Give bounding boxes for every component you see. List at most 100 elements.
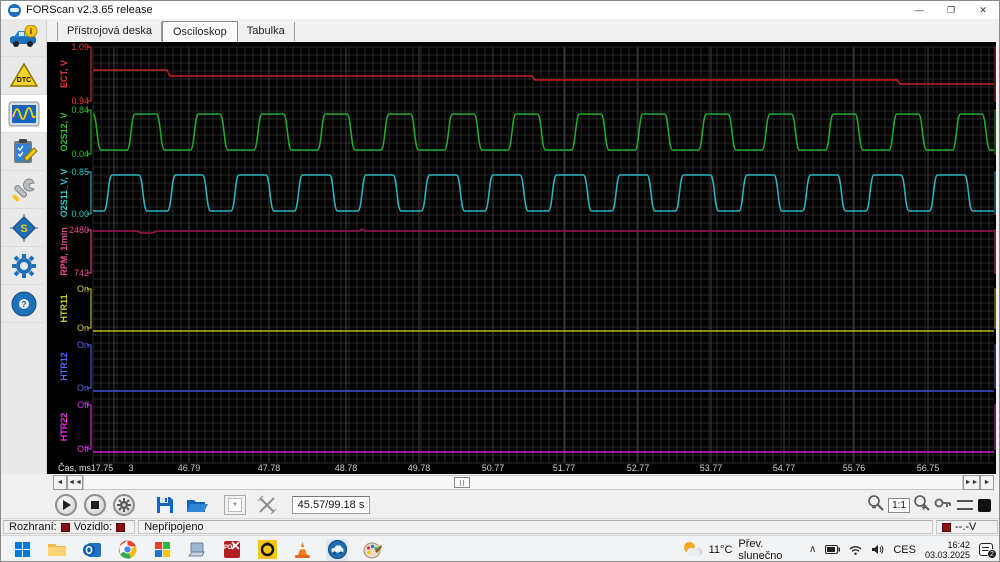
tab-table[interactable]: Tabulka [238,22,295,41]
start-button[interactable] [11,539,33,561]
scrollbar-track[interactable] [83,475,963,490]
x-tick-label: 48.78 [335,463,358,473]
axis-bracket-left-htr22 [87,404,92,450]
zoom-out-button[interactable] [867,494,885,517]
play-icon [63,500,71,510]
maximize-button[interactable]: ❐ [935,1,967,19]
taskbar-loop[interactable] [256,539,278,561]
taskbar-clock[interactable]: 16:42 03.03.2025 [925,540,970,560]
zoom-in-button[interactable] [913,494,931,517]
clear-markers-button[interactable] [254,493,280,517]
chip-icon: S [10,213,38,242]
axis-bracket-right-htr12 [994,344,996,389]
x-tick-label: 52.77 [627,463,650,473]
background-color-button[interactable] [978,498,991,512]
x-tick-label: 49.78 [408,463,431,473]
connection-panel: Rozhraní: Vozidlo: [3,520,136,534]
channel-max-o2s11: 0.85 [71,167,89,177]
help-icon: ? [11,291,37,316]
channel-max-htr12: On [77,340,89,350]
taskbar-vlc[interactable] [291,539,313,561]
system-tray: ∧ CES 16:42 03.03.2025 2 [809,540,997,560]
scroll-left-fast-icon[interactable]: ◄◄ [67,475,83,490]
taskbar-paint[interactable] [361,539,383,561]
axis-bracket-left-htr12 [87,344,92,389]
sidebar-item-settings[interactable] [1,247,47,285]
save-button[interactable] [152,493,178,517]
trace-rpm [93,228,994,234]
minimize-button[interactable]: — [903,1,935,19]
close-button[interactable]: ✕ [967,1,999,19]
battery-icon[interactable] [825,545,841,554]
axis-bracket-right-o2s11 [994,171,996,215]
weather-desc: Přev. slunečno [738,537,783,562]
scroll-right-icon[interactable]: ► [980,475,994,490]
channel-label-ect: ECT, V [59,60,69,88]
channel-label-o2s12: O2S12, V [59,112,69,151]
battery-status-led [942,522,951,532]
axis-bracket-left-rpm [87,229,92,274]
chrome-icon [118,540,136,559]
wifi-icon[interactable] [849,545,862,555]
taskbar-msn[interactable] [151,539,173,561]
taskbar-forscan[interactable] [326,538,348,561]
sidebar-item-dtc[interactable]: DTC [1,57,47,95]
notification-center-icon[interactable]: 2 [979,543,997,559]
sidebar-item-service[interactable] [1,171,47,209]
title-bar: FORScan v2.3.65 release — ❐ ✕ [1,1,999,19]
x-tick-label: 54.77 [773,463,796,473]
tray-chevron-icon[interactable]: ∧ [809,544,816,555]
dtc-icon: DTC [9,62,39,87]
clock-date: 03.03.2025 [924,549,970,560]
svg-text:i: i [30,27,32,36]
loop-icon [257,540,277,559]
taskbar-outlook[interactable] [81,539,103,561]
channel-label-o2s11: O2S11_V, V [59,169,69,218]
x-tick-label: 3 [128,463,133,473]
keyboard-language[interactable]: CES [893,544,916,556]
svg-text:?: ? [22,300,27,309]
tab-oscilloscope[interactable]: Osciloskop [161,21,238,43]
channel-max-o2s12: 0.84 [71,105,89,115]
speaker-icon[interactable] [871,544,884,555]
scroll-left-icon[interactable]: ◄ [53,475,67,490]
grid-lines-button[interactable] [957,500,973,510]
sidebar-item-oscilloscope[interactable] [1,95,47,133]
vehicle-status-led [116,522,126,532]
taskbar-device[interactable] [186,539,208,561]
key-button[interactable] [934,495,952,516]
zoom-reset-button[interactable]: 1:1 [888,497,910,513]
taskbar-pdf-xchange[interactable]: PDF [221,539,243,561]
forscan-icon [327,540,347,559]
sidebar-item-programming[interactable]: S [1,209,47,247]
taskbar-file-explorer[interactable] [46,539,68,561]
stop-button[interactable] [84,494,106,516]
x-tick-label: 50.77 [482,463,505,473]
taskbar-weather[interactable]: 11°C Přev. slunečno [683,537,809,562]
axis-bracket-right-rpm [994,229,996,274]
connection-status: Nepřipojeno [144,521,204,533]
marker-dropdown[interactable]: ▼ [224,495,246,515]
axis-bracket-right-ect [994,46,996,102]
axis-bracket-right-htr22 [994,404,996,450]
sidebar-item-help[interactable]: ? [1,285,47,323]
sidebar-item-tests[interactable] [1,133,47,171]
scroll-right-fast-icon[interactable]: ►► [963,475,980,490]
x-tick-label: 53.77 [700,463,723,473]
clock-time: 16:42 [947,539,970,550]
open-button[interactable] [184,493,210,517]
zoom-in-icon [914,494,930,511]
channel-max-htr22: Off [77,400,89,410]
scope-scrollbar: ◄ ◄◄ ►► ► [1,474,999,492]
oscilloscope-plot[interactable]: ECT, V 1.09 0.94 O2S12, V 0.84 0.04 O2S11_V, V… [47,42,996,474]
tab-dashboard[interactable]: Přístrojová deska [57,22,162,41]
laptop-icon [188,542,205,556]
play-button[interactable] [55,494,77,516]
scrollbar-thumb[interactable] [454,477,470,488]
interface-label: Rozhraní: [9,521,57,533]
taskbar-chrome[interactable] [116,539,138,561]
channel-label-htr22: HTR22 [59,413,69,442]
scope-settings-button[interactable] [113,494,135,516]
wrench-icon [12,177,35,201]
sidebar-item-vehicle-info[interactable]: i [1,19,47,57]
